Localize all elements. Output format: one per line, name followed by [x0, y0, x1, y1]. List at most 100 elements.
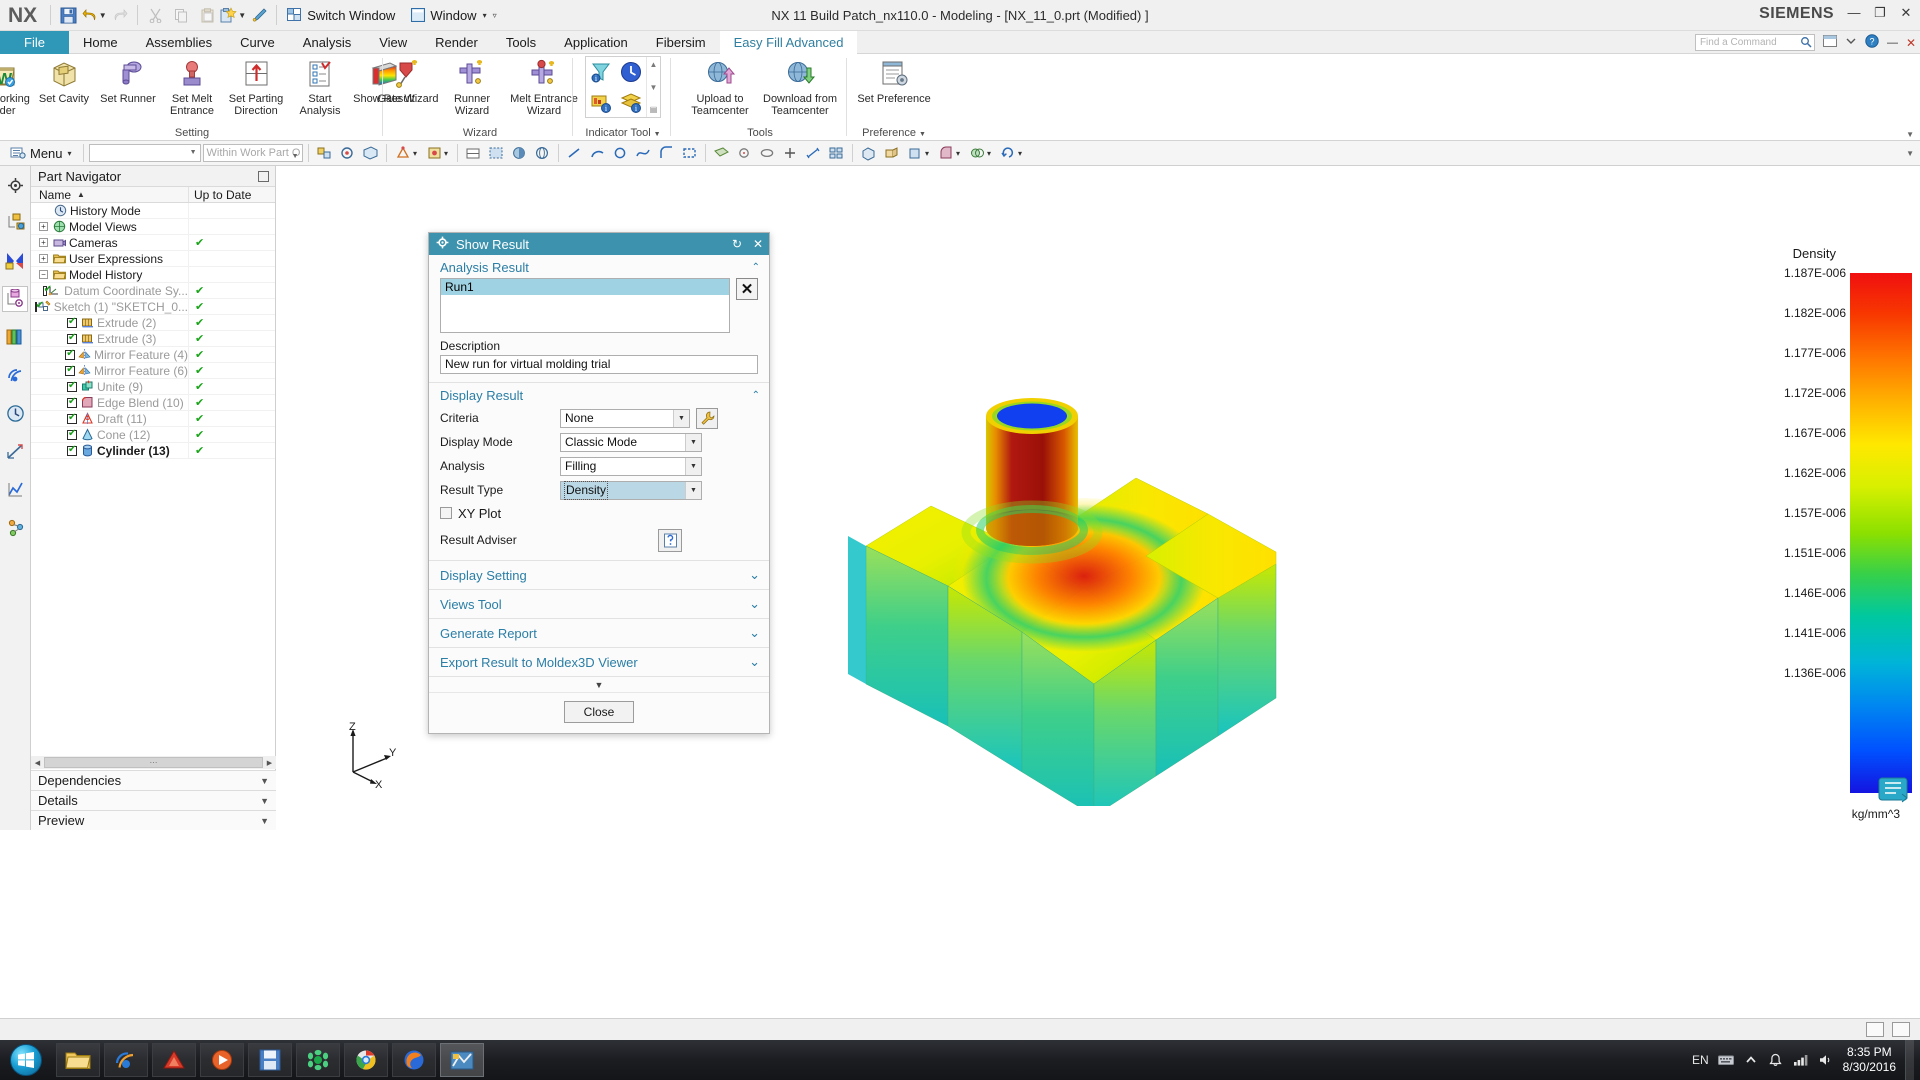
feature-name-cell[interactable]: + User Expressions	[31, 250, 189, 267]
chevron-down-icon[interactable]: ▼	[685, 481, 701, 499]
column-up-to-date[interactable]: Up to Date	[189, 187, 275, 202]
section-views-tool[interactable]: Views Tool ⌄	[429, 589, 769, 618]
status-icon-2[interactable]	[1892, 1022, 1910, 1037]
wireframe-icon[interactable]	[532, 143, 553, 164]
xy-plot-row[interactable]: XY Plot	[440, 502, 758, 524]
chevron-down-icon[interactable]: ▾	[1018, 149, 1022, 158]
ribbon-display-icon[interactable]	[1822, 35, 1837, 50]
xy-plot-checkbox[interactable]	[440, 507, 452, 519]
show-result-dialog[interactable]: Show Result ↻ ✕ Analysis Result ⌃ Run1 ✕…	[428, 232, 770, 734]
section-display-result[interactable]: Display Result ⌃	[429, 382, 769, 406]
scope-dropdown[interactable]: Within Work Part O ▼	[202, 144, 303, 165]
table-row[interactable]: Cone (12) ✔	[31, 426, 275, 443]
chevron-down-icon[interactable]: ⌄	[749, 567, 760, 583]
start-analysis-button[interactable]: Start Analysis	[288, 54, 352, 118]
chevron-down-icon[interactable]: ▼	[685, 457, 701, 475]
minimize-button[interactable]: —	[1846, 5, 1862, 21]
undo-button[interactable]: ▼	[81, 3, 107, 28]
feature-name-cell[interactable]: Draft (11)	[31, 410, 189, 427]
taskbar-firefox-button[interactable]	[392, 1043, 436, 1077]
chevron-down-icon[interactable]: ▼	[260, 776, 269, 786]
ribbon-scroll-down-icon[interactable]: ▼	[1906, 130, 1914, 139]
chevron-down-icon[interactable]: ⌄	[749, 625, 760, 641]
ellipse-icon[interactable]	[757, 143, 778, 164]
toolstrip-overflow-icon[interactable]: ▼	[1906, 149, 1914, 158]
close-button[interactable]: Close	[564, 701, 634, 723]
feature-name-cell[interactable]: History Mode	[31, 203, 189, 219]
column-name[interactable]: Name ▲	[31, 187, 189, 202]
chevron-down-icon[interactable]: ▼	[260, 816, 269, 826]
section-details[interactable]: Details ▼	[31, 790, 276, 810]
feature-suppress-checkbox[interactable]	[34, 300, 43, 312]
section-export-result[interactable]: Export Result to Moldex3D Viewer ⌄	[429, 647, 769, 676]
table-row[interactable]: Mirror Feature (6) ✔	[31, 362, 275, 379]
window-caret[interactable]: ▾	[483, 11, 487, 20]
feature-suppress-checkbox[interactable]	[67, 316, 77, 328]
tray-show-hidden-icon[interactable]	[1743, 1052, 1759, 1068]
part-navigator-hscrollbar[interactable]: ◀ ⋯ ▶	[31, 756, 276, 769]
paste-special-icon[interactable]: ▼	[220, 3, 246, 28]
feature-name-cell[interactable]: Unite (9)	[31, 378, 189, 395]
feature-name-cell[interactable]: + Model Views	[31, 218, 189, 235]
feature-suppress-checkbox[interactable]	[67, 444, 77, 456]
table-row[interactable]: Draft (11) ✔	[31, 410, 275, 427]
arc-icon[interactable]	[587, 143, 608, 164]
run-listbox[interactable]: Run1	[440, 278, 730, 333]
set-runner-button[interactable]: Set Runner	[96, 54, 160, 105]
chevron-down-icon[interactable]: ▾	[444, 149, 448, 158]
set-parting-direction-button[interactable]: Set Parting Direction	[224, 54, 288, 118]
set-working-folder-button[interactable]: W Set Working Folder	[0, 54, 32, 118]
tab-tools[interactable]: Tools	[492, 31, 550, 54]
paste-special-caret[interactable]: ▼	[238, 11, 246, 20]
show-icon[interactable]	[486, 143, 507, 164]
chart-info-icon[interactable]: i	[586, 87, 616, 117]
chevron-down-icon[interactable]: ▾	[413, 149, 417, 158]
table-row[interactable]: Extrude (3) ✔	[31, 330, 275, 347]
tab-application[interactable]: Application	[550, 31, 642, 54]
scroll-thumb[interactable]: ⋯	[44, 757, 263, 768]
criteria-edit-button[interactable]	[696, 407, 718, 429]
chevron-down-icon[interactable]: ▼	[650, 83, 658, 92]
tab-home[interactable]: Home	[69, 31, 132, 54]
tray-volume-icon[interactable]	[1818, 1052, 1834, 1068]
feature-suppress-checkbox[interactable]	[67, 428, 77, 440]
set-preference-button[interactable]: Set Preference	[854, 54, 934, 105]
feature-suppress-checkbox[interactable]	[65, 364, 75, 376]
rail-settings-icon[interactable]	[2, 172, 28, 198]
chevron-down-icon[interactable]: ▼	[292, 149, 299, 165]
rail-part-navigator-icon[interactable]	[2, 286, 28, 312]
expand-icon[interactable]: +	[39, 254, 48, 263]
tray-keyboard-icon[interactable]	[1717, 1052, 1734, 1068]
datum-plane-icon[interactable]	[711, 143, 732, 164]
taskbar-green-app-button[interactable]	[296, 1043, 340, 1077]
section-preview[interactable]: Preview ▼	[31, 810, 276, 830]
feature-name-cell[interactable]: − Model History	[31, 266, 189, 283]
snap-point-dropdown[interactable]: ▾	[392, 143, 421, 164]
molded-part-model[interactable]	[836, 306, 1356, 806]
feature-suppress-checkbox[interactable]	[67, 332, 77, 344]
pattern-icon[interactable]	[826, 143, 847, 164]
feature-name-cell[interactable]: Edge Blend (10)	[31, 394, 189, 411]
switch-window-button[interactable]: Switch Window	[281, 3, 405, 28]
collapse-icon[interactable]: −	[39, 270, 48, 279]
download-from-teamcenter-button[interactable]: Download from Teamcenter	[760, 54, 840, 118]
hide-icon[interactable]	[463, 143, 484, 164]
display-mode-dropdown[interactable]: Classic Mode ▼	[560, 432, 702, 452]
find-command-input[interactable]: Find a Command	[1694, 34, 1815, 51]
ribbon-close-button[interactable]: ✕	[1906, 36, 1916, 50]
fillet-icon[interactable]	[656, 143, 677, 164]
rail-history-icon[interactable]	[2, 400, 28, 426]
start-button[interactable]	[0, 1040, 52, 1080]
boolean-dropdown[interactable]: ▾	[966, 143, 995, 164]
layer-info-icon[interactable]: i	[616, 87, 646, 117]
feature-name-cell[interactable]: Cylinder (13)	[31, 442, 189, 459]
feature-tree[interactable]: History Mode + Model Views + Cameras ✔ + User E…	[31, 203, 275, 773]
chevron-down-icon[interactable]: ▾	[987, 149, 991, 158]
table-row[interactable]: Extrude (2) ✔	[31, 314, 275, 331]
select-whole-assembly-icon[interactable]	[314, 143, 335, 164]
table-row[interactable]: Unite (9) ✔	[31, 378, 275, 395]
restore-button[interactable]: ❐	[1872, 5, 1888, 21]
expand-icon[interactable]: +	[39, 238, 48, 247]
set-cavity-button[interactable]: Set Cavity	[32, 54, 96, 105]
view-orientation-widget[interactable]	[1878, 774, 1910, 806]
